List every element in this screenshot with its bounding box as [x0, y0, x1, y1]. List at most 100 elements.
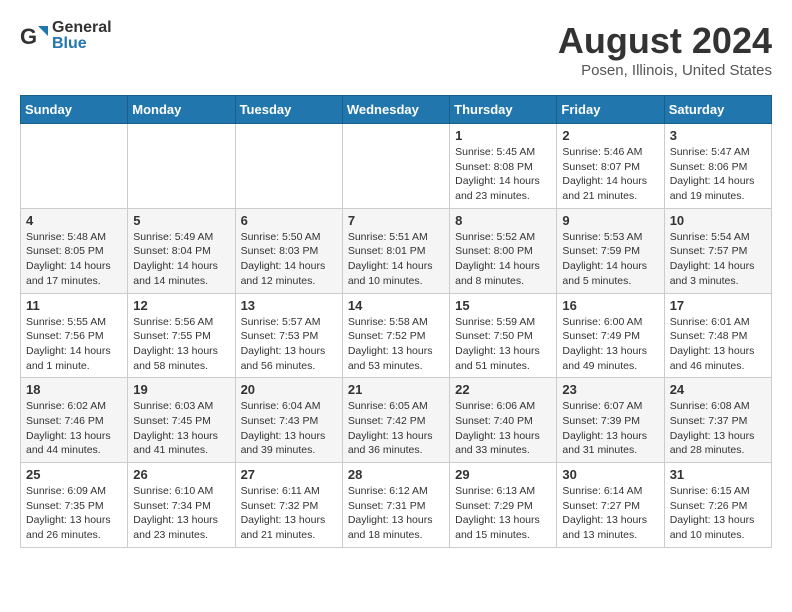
day-number: 3 [670, 128, 766, 143]
day-number: 10 [670, 213, 766, 228]
logo-icon: G [20, 22, 48, 50]
day-number: 23 [562, 382, 658, 397]
day-info: Sunrise: 6:06 AM Sunset: 7:40 PM Dayligh… [455, 399, 551, 458]
calendar-cell [21, 124, 128, 209]
day-info: Sunrise: 6:03 AM Sunset: 7:45 PM Dayligh… [133, 399, 229, 458]
day-number: 8 [455, 213, 551, 228]
svg-text:G: G [20, 24, 37, 49]
day-info: Sunrise: 6:00 AM Sunset: 7:49 PM Dayligh… [562, 315, 658, 374]
day-number: 1 [455, 128, 551, 143]
calendar-cell: 24 Sunrise: 6:08 AM Sunset: 7:37 PM Dayli… [664, 378, 771, 463]
day-info: Sunrise: 5:55 AM Sunset: 7:56 PM Dayligh… [26, 315, 122, 374]
day-header-tuesday: Tuesday [235, 96, 342, 124]
day-info: Sunrise: 6:15 AM Sunset: 7:26 PM Dayligh… [670, 484, 766, 543]
calendar-cell: 20Sunrise: 6:04 AM Sunset: 7:43 PM Dayli… [235, 378, 342, 463]
calendar-cell: 26Sunrise: 6:10 AM Sunset: 7:34 PM Dayli… [128, 463, 235, 548]
week-row-4: 18 Sunrise: 6:02 AM Sunset: 7:46 PM Dayli… [21, 378, 772, 463]
calendar-cell: 15Sunrise: 5:59 AM Sunset: 7:50 PM Dayli… [450, 293, 557, 378]
logo-blue: Blue [52, 35, 87, 52]
day-info: Sunrise: 6:01 AM Sunset: 7:48 PM Dayligh… [670, 315, 766, 374]
calendar-subtitle: Posen, Illinois, United States [558, 62, 772, 79]
calendar-cell: 19 Sunrise: 6:03 AM Sunset: 7:45 PM Dayli… [128, 378, 235, 463]
day-number: 18 [26, 382, 122, 397]
day-number: 14 [348, 298, 444, 313]
day-info: Sunrise: 5:48 AM Sunset: 8:05 PM Dayligh… [26, 230, 122, 289]
calendar-cell: 8 Sunrise: 5:52 AM Sunset: 8:00 PM Daylig… [450, 208, 557, 293]
day-info: Sunrise: 5:46 AM Sunset: 8:07 PM Dayligh… [562, 145, 658, 204]
day-number: 30 [562, 467, 658, 482]
day-number: 22 [455, 382, 551, 397]
calendar-cell: 18 Sunrise: 6:02 AM Sunset: 7:46 PM Dayli… [21, 378, 128, 463]
day-number: 31 [670, 467, 766, 482]
calendar-cell: 11Sunrise: 5:55 AM Sunset: 7:56 PM Dayli… [21, 293, 128, 378]
header-row: SundayMondayTuesdayWednesdayThursdayFrid… [21, 96, 772, 124]
calendar-cell: 21 Sunrise: 6:05 AM Sunset: 7:42 PM Dayli… [342, 378, 449, 463]
day-info: Sunrise: 5:58 AM Sunset: 7:52 PM Dayligh… [348, 315, 444, 374]
day-info: Sunrise: 5:59 AM Sunset: 7:50 PM Dayligh… [455, 315, 551, 374]
day-info: Sunrise: 6:08 AM Sunset: 7:37 PM Dayligh… [670, 399, 766, 458]
day-info: Sunrise: 6:02 AM Sunset: 7:46 PM Dayligh… [26, 399, 122, 458]
week-row-5: 25Sunrise: 6:09 AM Sunset: 7:35 PM Dayli… [21, 463, 772, 548]
calendar-cell: 25Sunrise: 6:09 AM Sunset: 7:35 PM Dayli… [21, 463, 128, 548]
day-info: Sunrise: 6:13 AM Sunset: 7:29 PM Dayligh… [455, 484, 551, 543]
day-number: 6 [241, 213, 337, 228]
calendar-cell: 1 Sunrise: 5:45 AM Sunset: 8:08 PM Daylig… [450, 124, 557, 209]
calendar-cell: 3Sunrise: 5:47 AM Sunset: 8:06 PM Daylig… [664, 124, 771, 209]
day-number: 25 [26, 467, 122, 482]
day-number: 21 [348, 382, 444, 397]
calendar-cell: 28Sunrise: 6:12 AM Sunset: 7:31 PM Dayli… [342, 463, 449, 548]
logo: G General Blue [20, 20, 112, 52]
day-number: 24 [670, 382, 766, 397]
day-info: Sunrise: 5:49 AM Sunset: 8:04 PM Dayligh… [133, 230, 229, 289]
calendar-cell [128, 124, 235, 209]
calendar-cell: 22 Sunrise: 6:06 AM Sunset: 7:40 PM Dayli… [450, 378, 557, 463]
calendar-cell: 29 Sunrise: 6:13 AM Sunset: 7:29 PM Dayli… [450, 463, 557, 548]
header: G General Blue August 2024 Posen, Illino… [20, 20, 772, 79]
day-info: Sunrise: 6:05 AM Sunset: 7:42 PM Dayligh… [348, 399, 444, 458]
calendar-cell: 13Sunrise: 5:57 AM Sunset: 7:53 PM Dayli… [235, 293, 342, 378]
logo-general: General [52, 19, 112, 36]
day-number: 2 [562, 128, 658, 143]
calendar-cell: 10 Sunrise: 5:54 AM Sunset: 7:57 PM Dayli… [664, 208, 771, 293]
day-number: 29 [455, 467, 551, 482]
week-row-2: 4 Sunrise: 5:48 AM Sunset: 8:05 PM Daylig… [21, 208, 772, 293]
calendar-header: SundayMondayTuesdayWednesdayThursdayFrid… [21, 96, 772, 124]
day-info: Sunrise: 6:12 AM Sunset: 7:31 PM Dayligh… [348, 484, 444, 543]
calendar-cell: 2 Sunrise: 5:46 AM Sunset: 8:07 PM Daylig… [557, 124, 664, 209]
day-header-monday: Monday [128, 96, 235, 124]
calendar-cell: 6 Sunrise: 5:50 AM Sunset: 8:03 PM Daylig… [235, 208, 342, 293]
day-number: 19 [133, 382, 229, 397]
calendar-cell [235, 124, 342, 209]
day-number: 12 [133, 298, 229, 313]
day-number: 4 [26, 213, 122, 228]
day-info: Sunrise: 6:11 AM Sunset: 7:32 PM Dayligh… [241, 484, 337, 543]
day-number: 13 [241, 298, 337, 313]
calendar-cell [342, 124, 449, 209]
calendar-cell: 12 Sunrise: 5:56 AM Sunset: 7:55 PM Dayli… [128, 293, 235, 378]
week-row-3: 11Sunrise: 5:55 AM Sunset: 7:56 PM Dayli… [21, 293, 772, 378]
calendar-cell: 30 Sunrise: 6:14 AM Sunset: 7:27 PM Dayli… [557, 463, 664, 548]
calendar-table: SundayMondayTuesdayWednesdayThursdayFrid… [20, 95, 772, 548]
calendar-cell: 31 Sunrise: 6:15 AM Sunset: 7:26 PM Dayli… [664, 463, 771, 548]
calendar-body: 1 Sunrise: 5:45 AM Sunset: 8:08 PM Daylig… [21, 124, 772, 548]
day-header-thursday: Thursday [450, 96, 557, 124]
day-header-sunday: Sunday [21, 96, 128, 124]
day-header-saturday: Saturday [664, 96, 771, 124]
day-info: Sunrise: 6:14 AM Sunset: 7:27 PM Dayligh… [562, 484, 658, 543]
calendar-cell: 17Sunrise: 6:01 AM Sunset: 7:48 PM Dayli… [664, 293, 771, 378]
day-number: 7 [348, 213, 444, 228]
calendar-cell: 9Sunrise: 5:53 AM Sunset: 7:59 PM Daylig… [557, 208, 664, 293]
day-info: Sunrise: 5:52 AM Sunset: 8:00 PM Dayligh… [455, 230, 551, 289]
calendar-cell: 4 Sunrise: 5:48 AM Sunset: 8:05 PM Daylig… [21, 208, 128, 293]
day-number: 27 [241, 467, 337, 482]
calendar-cell: 14 Sunrise: 5:58 AM Sunset: 7:52 PM Dayli… [342, 293, 449, 378]
calendar-cell: 23 Sunrise: 6:07 AM Sunset: 7:39 PM Dayli… [557, 378, 664, 463]
day-info: Sunrise: 5:50 AM Sunset: 8:03 PM Dayligh… [241, 230, 337, 289]
calendar-cell: 27 Sunrise: 6:11 AM Sunset: 7:32 PM Dayli… [235, 463, 342, 548]
day-info: Sunrise: 5:54 AM Sunset: 7:57 PM Dayligh… [670, 230, 766, 289]
title-area: August 2024 Posen, Illinois, United Stat… [558, 20, 772, 79]
day-info: Sunrise: 6:07 AM Sunset: 7:39 PM Dayligh… [562, 399, 658, 458]
day-number: 20 [241, 382, 337, 397]
day-info: Sunrise: 5:45 AM Sunset: 8:08 PM Dayligh… [455, 145, 551, 204]
day-info: Sunrise: 5:56 AM Sunset: 7:55 PM Dayligh… [133, 315, 229, 374]
